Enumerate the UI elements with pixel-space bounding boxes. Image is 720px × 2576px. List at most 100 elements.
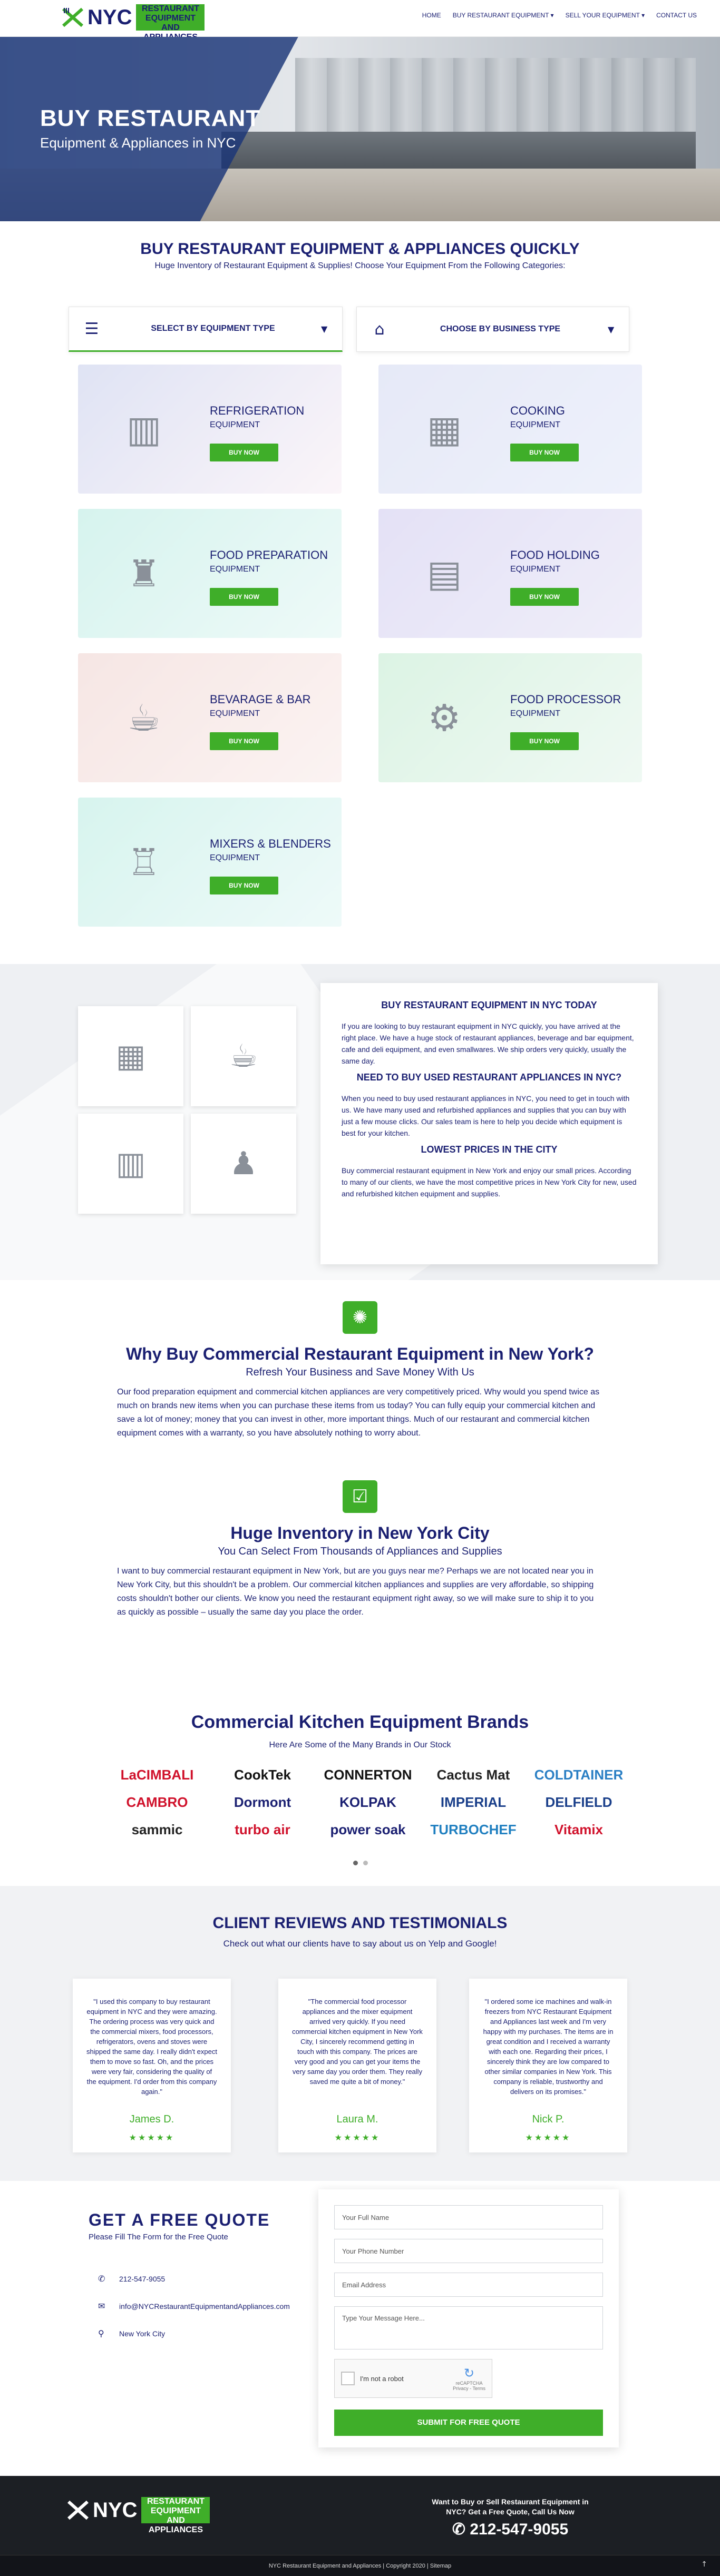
phone-icon: ✆ (452, 2521, 470, 2538)
brands-title: Commercial Kitchen Equipment Brands (191, 1712, 529, 1732)
star-rating-icon: ★★★★★ (334, 2132, 381, 2142)
category-sub: EQUIPMENT (210, 420, 260, 429)
buy-now-button[interactable]: BUY NOW (510, 444, 579, 461)
nav-home[interactable]: HOME (422, 12, 441, 19)
hero-subtitle: Equipment & Appliances in NYC (40, 135, 236, 151)
used-paragraph: When you need to buy used restaurant app… (342, 1094, 630, 1137)
today-paragraph: If you are looking to buy restaurant equ… (342, 1022, 634, 1065)
brand-logo: DELFIELD (545, 1794, 612, 1810)
recaptcha-label: I'm not a robot (360, 2374, 404, 2383)
email-field[interactable]: Email Address (334, 2273, 603, 2297)
brand-logo: sammic (131, 1821, 183, 1837)
category-card-beverage-bar[interactable]: ☕ BEVARAGE & BAR EQUIPMENT BUY NOW (78, 653, 342, 782)
logo-subtitle: Restaurant Equipment and Appliances (136, 4, 205, 42)
main-nav: HOME BUY RESTAURANT EQUIPMENT ▾ SELL YOU… (422, 12, 697, 19)
message-field[interactable]: Type Your Message Here... (334, 2306, 603, 2349)
warmer-cabinet-icon: ▤ (426, 552, 462, 595)
logo-subtitle: Restaurant Equipment and Appliances (141, 2497, 210, 2534)
submit-button[interactable]: SUBMIT FOR FREE QUOTE (334, 2410, 603, 2436)
brand-logo: Cactus Mat (436, 1766, 510, 1783)
review-card: "I used this company to buy restaurant e… (73, 1979, 231, 2152)
categories-section: BUY RESTAURANT EQUIPMENT & APPLIANCES QU… (0, 221, 720, 964)
inventory-title: Huge Inventory in New York City (230, 1523, 490, 1542)
nav-buy[interactable]: BUY RESTAURANT EQUIPMENT ▾ (453, 12, 554, 19)
caret-down-icon: ▼ (608, 324, 615, 335)
review-card: "The commercial food processor appliance… (278, 1979, 436, 2152)
category-title: FOOD HOLDING (510, 548, 600, 562)
category-card-food-holding[interactable]: ▤ FOOD HOLDING EQUIPMENT BUY NOW (378, 509, 642, 638)
category-title: FOOD PROCESSOR (510, 693, 621, 706)
footer-phone-text: 212-547-9055 (470, 2521, 569, 2538)
buy-today-section: ▦ ☕ ▥ ♟ BUY RESTAURANT EQUIPMENT IN NYC … (0, 964, 720, 1280)
inventory-subtitle: You Can Select From Thousands of Applian… (218, 1546, 502, 1557)
carousel-dot[interactable] (353, 1861, 358, 1865)
fork-knife-icon (67, 2500, 89, 2520)
contact-location-text: New York City (119, 2329, 166, 2338)
select-business-label: CHOOSE BY BUSINESS TYPE (440, 325, 561, 333)
quote-lead: Please Fill The Form for the Free Quote (89, 2233, 228, 2241)
nav-sell[interactable]: SELL YOUR EQUIPMENT ▾ (566, 12, 645, 19)
handshake-icon: ✺ (343, 1301, 377, 1334)
star-rating-icon: ★★★★★ (525, 2132, 571, 2142)
envelope-icon: ✉ (98, 2301, 105, 2311)
brands-lead: Here Are Some of the Many Brands in Our … (269, 1741, 451, 1749)
buy-now-button[interactable]: BUY NOW (510, 588, 579, 606)
buy-now-button[interactable]: BUY NOW (510, 732, 579, 750)
back-to-top-icon[interactable]: ↑ (701, 2560, 707, 2569)
category-card-food-processor[interactable]: ⚙ FOOD PROCESSOR EQUIPMENT BUY NOW (378, 653, 642, 782)
select-equipment-label: SELECT BY EQUIPMENT TYPE (151, 324, 275, 333)
chef-station-photo: ♟ (191, 1114, 296, 1214)
brand-logo: KOLPAK (339, 1794, 396, 1810)
buy-now-button[interactable]: BUY NOW (210, 877, 278, 894)
contact-email-text: info@NYCRestaurantEquipmentandAppliances… (119, 2302, 290, 2310)
category-card-food-preparation[interactable]: ♜ FOOD PREPARATION EQUIPMENT BUY NOW (78, 509, 342, 638)
sliders-icon: ☰ (84, 319, 99, 338)
nav-contact[interactable]: CONTACT US (656, 12, 697, 19)
brands-section: Commercial Kitchen Equipment Brands Here… (0, 1712, 720, 1886)
category-title: FOOD PREPARATION (210, 548, 328, 562)
buy-now-button[interactable]: BUY NOW (210, 588, 278, 606)
phone-field[interactable]: Your Phone Number (334, 2239, 603, 2263)
category-card-refrigeration[interactable]: ▥ REFRIGERATION EQUIPMENT BUY NOW (78, 365, 342, 494)
recaptcha-checkbox[interactable] (341, 2372, 355, 2385)
category-sub: EQUIPMENT (510, 565, 561, 574)
nav-sell-label: SELL YOUR EQUIPMENT (565, 12, 640, 19)
checklist-icon: ☑ (343, 1480, 377, 1513)
prices-paragraph: Buy commercial restaurant equipment in N… (342, 1166, 637, 1198)
full-name-field[interactable]: Your Full Name (334, 2205, 603, 2229)
review-quote: "I used this company to buy restaurant e… (86, 1998, 217, 2096)
store-icon: ⌂ (374, 320, 385, 339)
coffee-brewer-icon: ☕ (127, 696, 161, 740)
stand-mixer-icon: ♜ (127, 552, 161, 595)
category-sub: EQUIPMENT (510, 420, 561, 429)
carousel-dot[interactable] (363, 1861, 368, 1865)
buy-now-button[interactable]: BUY NOW (210, 732, 278, 750)
recaptcha-brand: reCAPTCHA (455, 2381, 483, 2386)
carousel-dots[interactable] (353, 1861, 368, 1865)
brand-logo-grid: LaCIMBALI CookTek CONNERTON Cactus Mat COLDT… (104, 1764, 631, 1841)
brand-logo: power soak (330, 1821, 406, 1837)
site-logo[interactable]: NYC Restaurant Equipment and Appliances (61, 4, 205, 42)
site-footer: NYC Restaurant Equipment and Appliances … (0, 2476, 720, 2576)
refrigerator-icon: ▥ (126, 407, 162, 451)
recaptcha-links[interactable]: Privacy - Terms (453, 2386, 485, 2391)
logo-nyc: NYC (93, 2498, 138, 2522)
copyright-bar: NYC Restaurant Equipment and Appliances … (0, 2555, 720, 2576)
category-card-cooking[interactable]: ▦ COOKING EQUIPMENT BUY NOW (378, 365, 642, 494)
prep-table-photo: ▥ (78, 1114, 183, 1214)
category-sub: EQUIPMENT (210, 853, 260, 862)
contact-phone[interactable]: ✆ 212-547-9055 (98, 2274, 165, 2284)
range-photo: ▦ (78, 1006, 183, 1106)
buy-now-button[interactable]: BUY NOW (210, 444, 278, 461)
review-quote: "The commercial food processor appliance… (292, 1998, 423, 2086)
category-sub: EQUIPMENT (210, 709, 260, 718)
category-card-mixers-blenders[interactable]: ♖ MIXERS & BLENDERS EQUIPMENT BUY NOW (78, 798, 342, 927)
footer-logo[interactable]: NYC Restaurant Equipment and Appliances (66, 2497, 210, 2534)
footer-phone[interactable]: ✆ 212-547-9055 (422, 2520, 599, 2539)
chevron-down-icon: ▾ (641, 12, 645, 19)
select-business-type[interactable]: ⌂ CHOOSE BY BUSINESS TYPE ▼ (356, 307, 629, 352)
category-sub: EQUIPMENT (510, 709, 561, 718)
contact-email[interactable]: ✉ info@NYCRestaurantEquipmentandAppliance… (98, 2301, 290, 2311)
select-equipment-type[interactable]: ☰ SELECT BY EQUIPMENT TYPE ▼ (69, 307, 343, 352)
review-author: James D. (129, 2113, 174, 2125)
